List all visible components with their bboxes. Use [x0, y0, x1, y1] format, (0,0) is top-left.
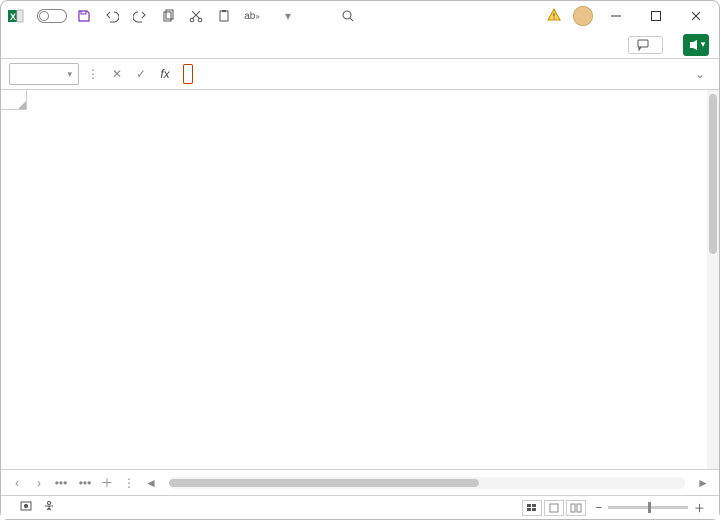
zoom-out-icon[interactable]: − — [596, 502, 602, 514]
autosave-switch[interactable] — [37, 9, 67, 23]
minimize-icon[interactable] — [599, 2, 633, 30]
sheet-sep-icon: ⋮ — [119, 473, 139, 493]
enter-icon[interactable]: ✓ — [131, 64, 151, 84]
zoom-slider[interactable] — [608, 506, 688, 509]
sheet-tab-bar: ‹ › ••• ••• ＋ ⋮ ◄ ► — [1, 469, 719, 495]
title-bar: X ab» ▾ — [1, 1, 719, 31]
svg-text:X: X — [10, 12, 16, 22]
undo-icon[interactable] — [101, 5, 123, 27]
comments-button[interactable] — [628, 36, 663, 54]
status-bar: − ＋ — [1, 495, 719, 519]
redo-icon[interactable] — [129, 5, 151, 27]
comment-icon — [637, 39, 649, 51]
search-icon[interactable] — [337, 5, 359, 27]
ribbon-tabs: ▾ — [1, 31, 719, 59]
qat-more-icon[interactable]: ab» — [241, 5, 263, 27]
formula-text — [183, 64, 193, 84]
paste-icon[interactable] — [213, 5, 235, 27]
accessibility-icon[interactable] — [43, 500, 55, 515]
name-box[interactable]: ▾ — [9, 63, 79, 85]
expand-formula-bar-icon[interactable]: ⌄ — [695, 67, 705, 81]
maximize-icon[interactable] — [639, 2, 673, 30]
share-button[interactable]: ▾ — [683, 34, 709, 56]
cut-icon[interactable] — [185, 5, 207, 27]
page-layout-view-icon[interactable] — [544, 500, 564, 516]
page-break-view-icon[interactable] — [566, 500, 586, 516]
sheet-list-icon[interactable]: ••• — [51, 473, 71, 493]
more-sheets-icon[interactable]: ••• — [75, 473, 95, 493]
cancel-icon[interactable]: ✕ — [107, 64, 127, 84]
share-icon — [687, 38, 701, 52]
hscroll-right-icon[interactable]: ► — [693, 473, 713, 493]
select-all-corner[interactable] — [1, 90, 27, 110]
warning-icon — [547, 8, 561, 25]
prev-sheet-icon[interactable]: ‹ — [7, 473, 27, 493]
new-sheet-icon[interactable]: ＋ — [97, 473, 117, 493]
close-icon[interactable] — [679, 2, 713, 30]
spreadsheet-grid[interactable] — [1, 90, 719, 469]
autosave-toggle[interactable] — [33, 9, 67, 23]
fx-icon[interactable]: fx — [155, 64, 175, 84]
hscroll-left-icon[interactable]: ◄ — [141, 473, 161, 493]
next-sheet-icon[interactable]: › — [29, 473, 49, 493]
horizontal-scrollbar[interactable] — [169, 477, 685, 489]
excel-icon: X — [7, 7, 25, 25]
formula-input[interactable] — [179, 63, 685, 85]
formula-divider-icon: ⋮ — [83, 64, 103, 84]
avatar[interactable] — [573, 6, 593, 26]
zoom-in-icon[interactable]: ＋ — [694, 500, 705, 516]
save-icon[interactable] — [73, 5, 95, 27]
macro-record-icon[interactable] — [19, 499, 33, 516]
zoom-control[interactable]: − ＋ — [596, 500, 711, 516]
formula-bar: ▾ ⋮ ✕ ✓ fx ⌄ — [1, 59, 719, 89]
chevron-down-icon[interactable]: ▾ — [67, 69, 72, 80]
copy-icon[interactable] — [157, 5, 179, 27]
filename-dropdown-icon[interactable]: ▾ — [285, 9, 291, 23]
normal-view-icon[interactable] — [522, 500, 542, 516]
vertical-scrollbar[interactable] — [707, 90, 719, 469]
